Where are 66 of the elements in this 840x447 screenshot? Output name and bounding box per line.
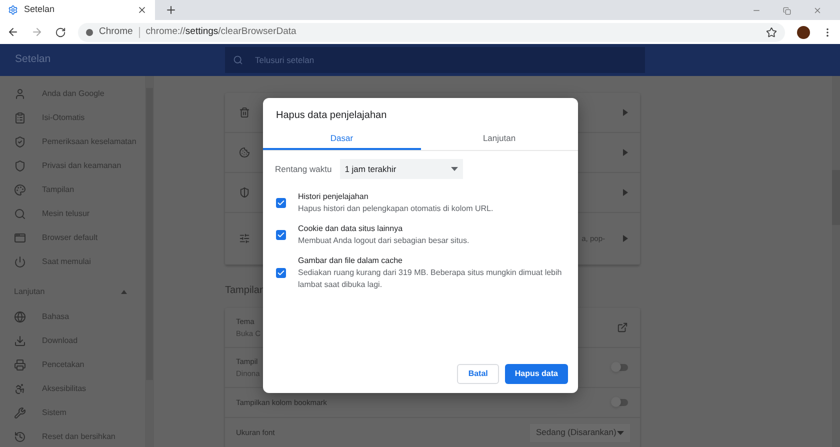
dialog-tab[interactable]: Lanjutan (420, 128, 578, 150)
restore-icon[interactable] (783, 6, 791, 14)
external-link-icon[interactable] (617, 322, 628, 333)
time-range-label: Rentang waktu (275, 162, 332, 176)
sliders-icon (239, 233, 250, 244)
shield-check-icon (14, 136, 26, 148)
cancel-button[interactable]: Batal (457, 364, 499, 384)
cookie-icon (239, 147, 250, 158)
reload-icon[interactable] (55, 26, 66, 38)
dropdown-arrow-icon (450, 167, 458, 171)
option-description: Membuat Anda logout dari sebagian besar situs. (298, 235, 470, 247)
option-description: Hapus histori dan pelengkapan otomatis di kolom URL. (298, 203, 494, 215)
globe-icon (14, 311, 26, 323)
caret-icon (623, 109, 628, 116)
accessibility-icon (14, 383, 26, 395)
person-icon (14, 88, 26, 100)
search-icon (14, 208, 26, 220)
search-icon (233, 55, 243, 65)
option-title: Cookie dan data situs lainnya (298, 223, 404, 235)
primary-button[interactable]: Hapus data (504, 364, 568, 384)
browser-window-icon (14, 232, 26, 244)
option-title: Histori penjelajahan (298, 191, 370, 203)
printer-icon (14, 359, 26, 371)
new-tab-icon[interactable] (165, 4, 177, 16)
checkbox[interactable] (276, 268, 286, 278)
close-icon[interactable] (137, 5, 147, 15)
toggle-switch[interactable] (612, 399, 628, 406)
site-info-icon (86, 28, 93, 36)
wrench-icon (14, 407, 26, 419)
caret-icon (623, 189, 628, 196)
checkbox[interactable] (276, 230, 286, 240)
trash-icon (239, 107, 250, 118)
shield-icon (14, 160, 26, 172)
toggle-switch[interactable] (612, 364, 628, 371)
back-icon[interactable] (7, 26, 19, 38)
caret-icon[interactable] (121, 290, 127, 294)
page-scrollbar[interactable] (832, 76, 840, 447)
site-label: Chrome (99, 24, 133, 39)
clipboard-icon (14, 112, 26, 124)
search-field[interactable]: Telusuri setelan (225, 47, 645, 73)
settings-icon (8, 5, 18, 15)
caret-icon (623, 149, 628, 156)
forward-icon[interactable] (31, 26, 43, 38)
browser-tab[interactable]: Setelan (0, 0, 155, 20)
tab-title: Setelan (24, 3, 56, 16)
url-text: chrome://settings/clearBrowserData (146, 24, 296, 39)
sidebar-scrollbar[interactable] (145, 76, 154, 447)
dialog-tab[interactable]: Dasar (263, 128, 420, 150)
font-size-select[interactable]: Sedang (Disarankan) (530, 424, 630, 442)
dropdown-arrow-icon (617, 430, 624, 434)
address-bar[interactable]: Chrome chrome://settings/clearBrowserData (78, 22, 785, 42)
time-range-select[interactable]: 1 jam terakhir (340, 159, 463, 179)
download-icon (14, 335, 26, 347)
bookmark-star-icon[interactable] (766, 26, 777, 38)
caret-icon (623, 235, 628, 242)
option-title: Gambar dan file dalam cache (298, 255, 404, 267)
option-description: Sediakan ruang kurang dari 319 MB. Beberapa situs mungkin dimuat lebih lambat saat dibuka lagi. (298, 267, 563, 291)
dialog-title: Hapus data penjelajahan (276, 109, 388, 123)
search-input[interactable]: Telusuri setelan (255, 54, 555, 66)
header-title: Setelan (15, 52, 52, 68)
checkbox[interactable] (276, 198, 286, 208)
power-icon (14, 256, 26, 268)
palette-icon (14, 184, 26, 196)
shield-icon (239, 187, 250, 198)
history-icon (14, 431, 26, 443)
avatar-icon[interactable] (797, 26, 810, 38)
